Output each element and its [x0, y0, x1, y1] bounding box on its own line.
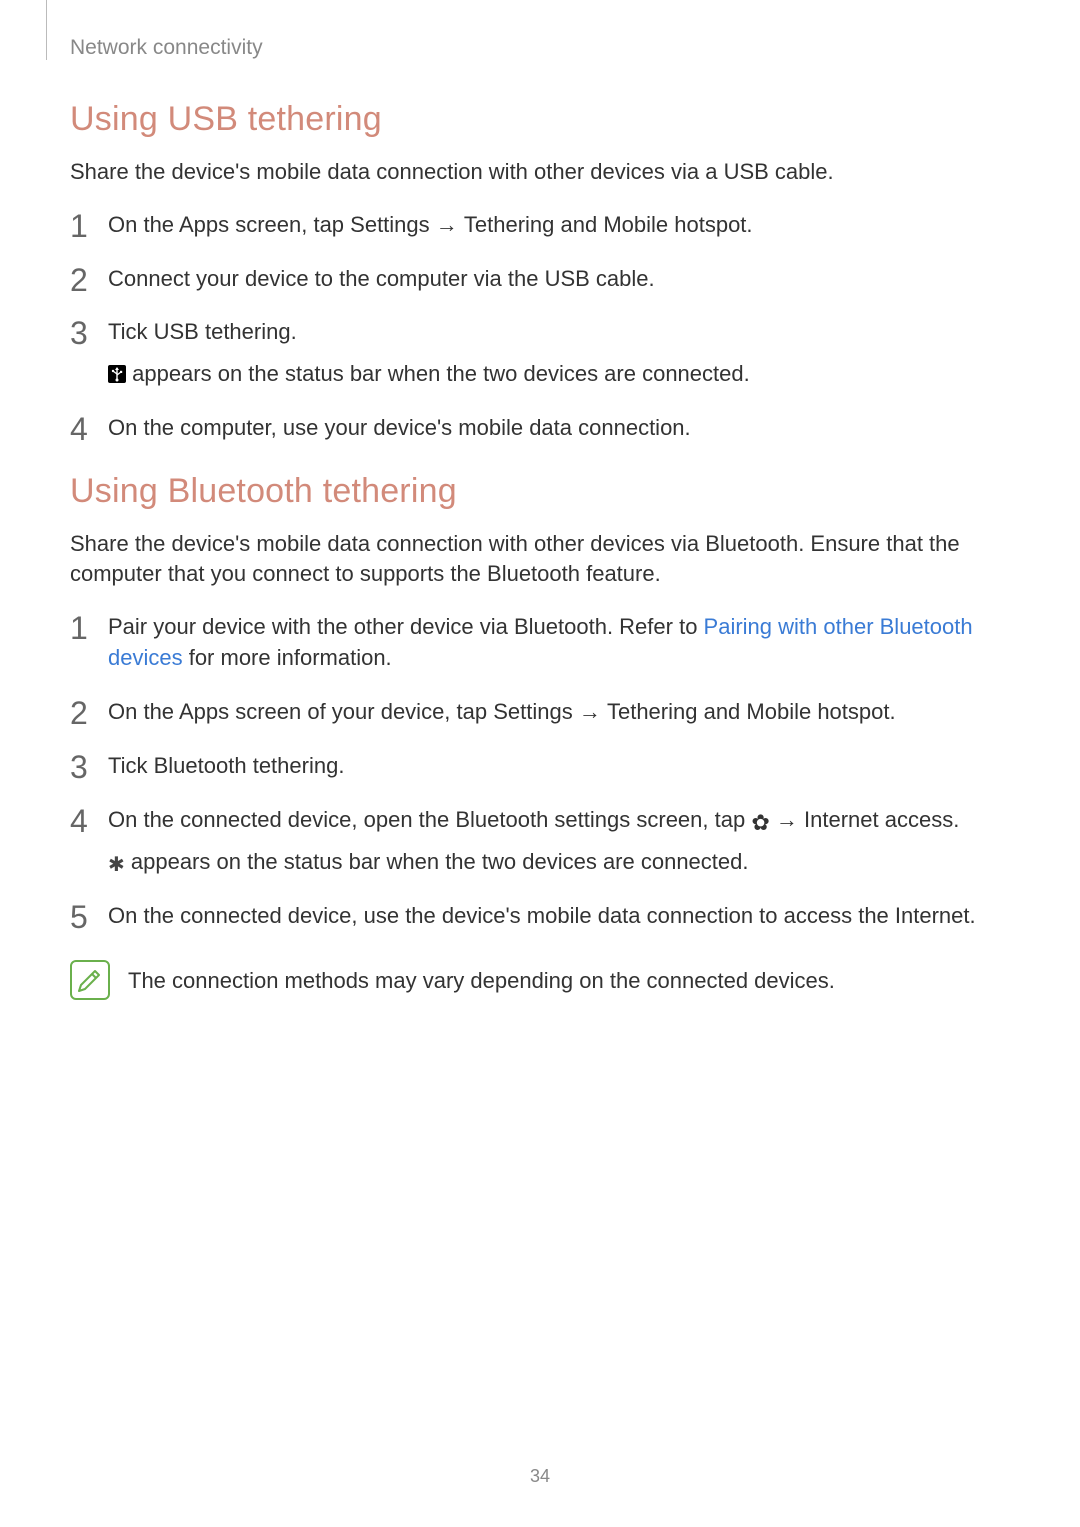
text: On the Apps screen of your device, tap — [108, 699, 493, 724]
text: . — [746, 212, 752, 237]
breadcrumb: Network connectivity — [70, 36, 1010, 60]
ui-label-usb-tethering: USB tethering — [154, 319, 291, 344]
text: for more information. — [183, 645, 392, 670]
page-content: Network connectivity Using USB tethering… — [0, 0, 1080, 1000]
text: . — [291, 319, 297, 344]
text: . — [953, 807, 959, 832]
usb-status-icon — [108, 365, 126, 383]
note-icon — [70, 960, 110, 1000]
steps-bt: Pair your device with the other device v… — [70, 611, 1010, 932]
step-bt-1: Pair your device with the other device v… — [70, 611, 1010, 675]
step-usb-3-sub: appears on the status bar when the two d… — [108, 358, 1010, 390]
page-number: 34 — [0, 1466, 1080, 1487]
step-bt-2: On the Apps screen of your device, tap S… — [70, 696, 1010, 728]
ui-label-settings: Settings — [350, 212, 430, 237]
intro-bt: Share the device's mobile data connectio… — [70, 529, 1010, 588]
step-bt-5: On the connected device, use the device'… — [70, 900, 1010, 932]
side-rule — [46, 0, 47, 60]
text: appears on the status bar when the two d… — [125, 849, 749, 874]
note-row: The connection methods may vary dependin… — [70, 960, 1010, 1000]
text: . — [890, 699, 896, 724]
gear-icon: ✿ — [751, 810, 769, 835]
text: On the Apps screen, tap — [108, 212, 350, 237]
step-usb-3: Tick USB tethering. appears on the statu… — [70, 316, 1010, 390]
heading-usb-tethering: Using USB tethering — [70, 100, 1010, 139]
arrow: → — [573, 699, 607, 724]
step-bt-4-sub: ✱ appears on the status bar when the two… — [108, 846, 1010, 878]
heading-bluetooth-tethering: Using Bluetooth tethering — [70, 472, 1010, 511]
text: Tick — [108, 753, 154, 778]
steps-usb: On the Apps screen, tap Settings → Tethe… — [70, 209, 1010, 444]
step-usb-2: Connect your device to the computer via … — [70, 263, 1010, 295]
text: appears on the status bar when the two d… — [126, 361, 750, 386]
text: On the connected device, open the Blueto… — [108, 807, 751, 832]
step-bt-3: Tick Bluetooth tethering. — [70, 750, 1010, 782]
step-usb-4: On the computer, use your device's mobil… — [70, 412, 1010, 444]
text: . — [338, 753, 344, 778]
step-bt-4: On the connected device, open the Blueto… — [70, 804, 1010, 878]
note-text: The connection methods may vary dependin… — [128, 960, 835, 994]
ui-label-tethering: Tethering and Mobile hotspot — [464, 212, 747, 237]
arrow: → — [430, 212, 464, 237]
arrow: → — [770, 807, 804, 832]
text: Tick — [108, 319, 154, 344]
text: Pair your device with the other device v… — [108, 614, 704, 639]
step-usb-1: On the Apps screen, tap Settings → Tethe… — [70, 209, 1010, 241]
ui-label-bluetooth-tethering: Bluetooth tethering — [154, 753, 339, 778]
ui-label-settings: Settings — [493, 699, 573, 724]
intro-usb: Share the device's mobile data connectio… — [70, 157, 1010, 187]
bluetooth-status-icon: ✱ — [108, 854, 125, 876]
ui-label-internet-access: Internet access — [804, 807, 953, 832]
ui-label-tethering: Tethering and Mobile hotspot — [607, 699, 890, 724]
